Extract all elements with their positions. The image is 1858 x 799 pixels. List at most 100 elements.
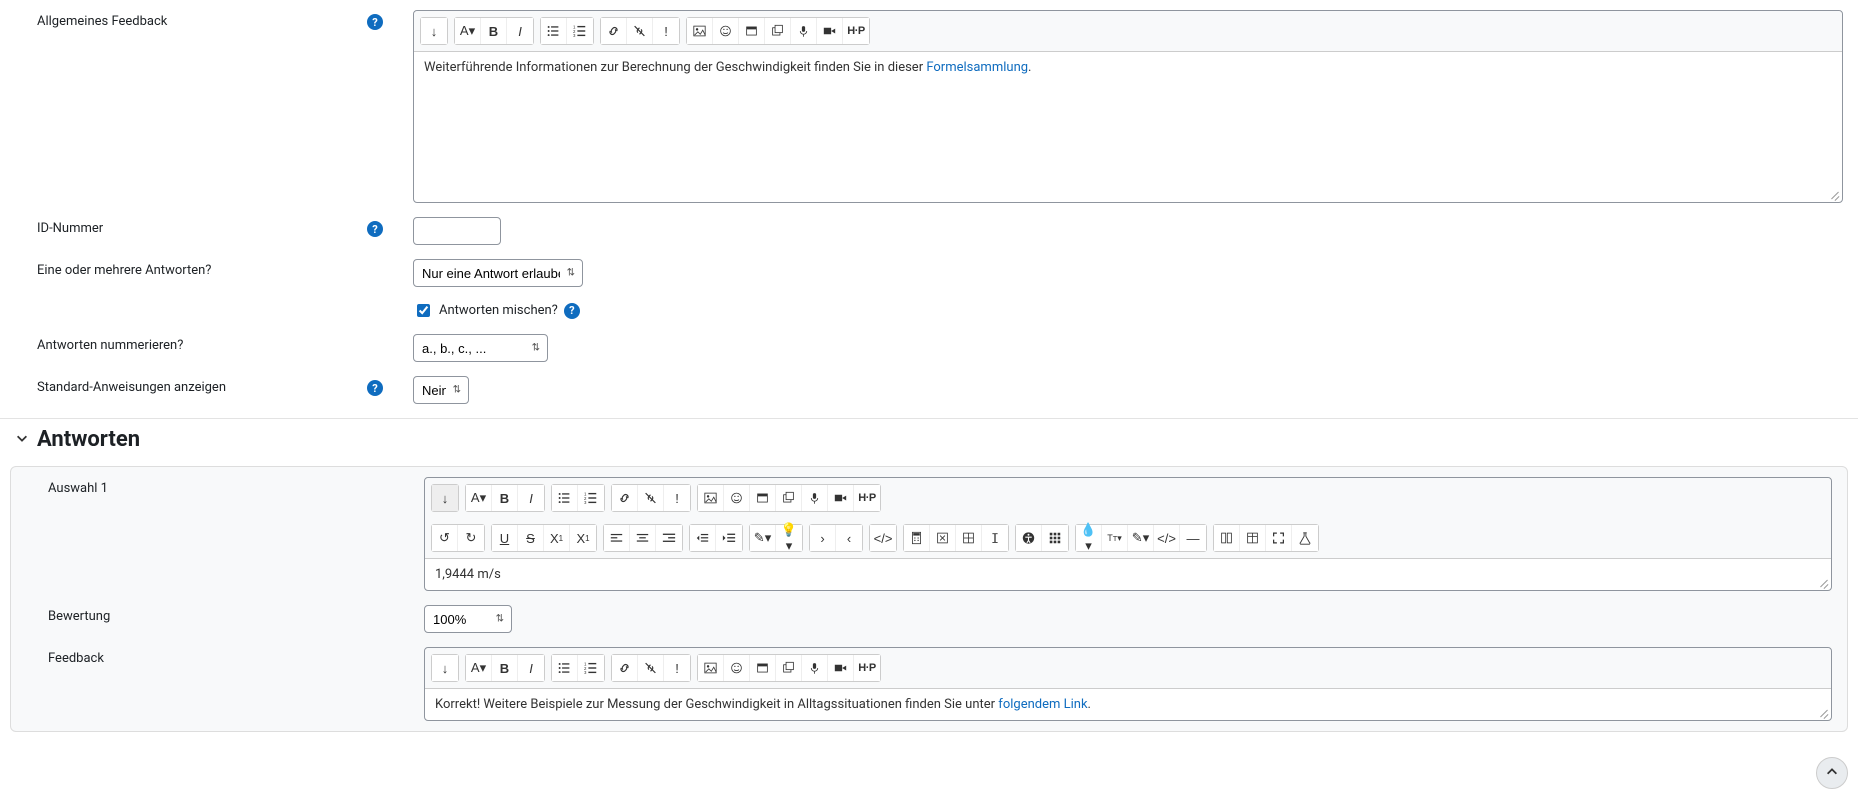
- fullscreen-button[interactable]: [1266, 525, 1292, 551]
- fontsize-button[interactable]: TT▾: [1102, 525, 1128, 551]
- equation-button[interactable]: [930, 525, 956, 551]
- manage-files-button[interactable]: [776, 485, 802, 511]
- table2-button[interactable]: [1240, 525, 1266, 551]
- indent-button[interactable]: [716, 525, 742, 551]
- record-video-button[interactable]: [817, 18, 843, 44]
- redo-button[interactable]: ↻: [458, 525, 484, 551]
- superscript-button[interactable]: X1: [570, 525, 596, 551]
- tint-button[interactable]: 💧▾: [1076, 525, 1102, 551]
- bold-button[interactable]: B: [492, 485, 518, 511]
- emoji-button[interactable]: [713, 18, 739, 44]
- resize-handle-icon[interactable]: [1817, 706, 1829, 718]
- warning-button[interactable]: !: [664, 655, 690, 681]
- answer-feedback-textarea[interactable]: Korrekt! Weitere Beispiele zur Messung d…: [425, 689, 1831, 720]
- collapse-toolbar-button[interactable]: ↓: [432, 485, 458, 511]
- shuffle-checkbox[interactable]: [417, 304, 430, 317]
- image-button[interactable]: [698, 485, 724, 511]
- warning-button[interactable]: !: [653, 18, 679, 44]
- outdent-button[interactable]: [690, 525, 716, 551]
- eraser-button[interactable]: ✎▾: [1128, 525, 1154, 551]
- strikethrough-button[interactable]: S: [518, 525, 544, 551]
- hr-button[interactable]: —: [1180, 525, 1206, 551]
- accessibility-button[interactable]: [1016, 525, 1042, 551]
- columns-button[interactable]: [1214, 525, 1240, 551]
- ltr-button[interactable]: ›: [810, 525, 836, 551]
- media-button[interactable]: [750, 655, 776, 681]
- record-video-button[interactable]: [828, 485, 854, 511]
- help-icon[interactable]: [367, 14, 383, 30]
- warning-button[interactable]: !: [664, 485, 690, 511]
- h5p-button[interactable]: H·P: [854, 485, 880, 511]
- h5p-button[interactable]: H·P: [843, 18, 869, 44]
- manage-files-button[interactable]: [765, 18, 791, 44]
- align-center-button[interactable]: [630, 525, 656, 551]
- bullet-list-button[interactable]: [541, 18, 567, 44]
- help-icon[interactable]: [367, 221, 383, 237]
- align-right-button[interactable]: [656, 525, 682, 551]
- numbering-select[interactable]: a., b., c., ...: [413, 334, 548, 362]
- idnumber-input[interactable]: [413, 217, 501, 245]
- unlink-button[interactable]: [627, 18, 653, 44]
- bullet-list-button[interactable]: [552, 655, 578, 681]
- record-audio-button[interactable]: [791, 18, 817, 44]
- choice1-textarea[interactable]: 1,9444 m/s: [425, 559, 1831, 590]
- expand-toolbar-button[interactable]: ↓: [421, 18, 447, 44]
- numbered-list-button[interactable]: 123: [567, 18, 593, 44]
- underline-button[interactable]: U: [492, 525, 518, 551]
- align-left-button[interactable]: [604, 525, 630, 551]
- feedback-link[interactable]: Formelsammlung: [926, 60, 1028, 75]
- media-button[interactable]: [739, 18, 765, 44]
- expand-toolbar-button[interactable]: ↓: [432, 655, 458, 681]
- answers-section-header[interactable]: Antworten: [0, 419, 1858, 466]
- unlink-button[interactable]: [638, 655, 664, 681]
- idea-button[interactable]: 💡▾: [776, 525, 802, 551]
- highlight-button[interactable]: ✎▾: [750, 525, 776, 551]
- emoji-button[interactable]: [724, 485, 750, 511]
- answer-feedback-link[interactable]: folgendem Link: [998, 697, 1087, 712]
- resize-handle-icon[interactable]: [1817, 576, 1829, 588]
- chemistry-button[interactable]: [1292, 525, 1318, 551]
- cursor-button[interactable]: [982, 525, 1008, 551]
- media-button[interactable]: [750, 485, 776, 511]
- resize-handle-icon[interactable]: [1828, 188, 1840, 200]
- help-icon[interactable]: [367, 380, 383, 396]
- answer-feedback-label: Feedback: [48, 651, 104, 666]
- link-button[interactable]: [612, 655, 638, 681]
- record-audio-button[interactable]: [802, 655, 828, 681]
- grid-button[interactable]: [1042, 525, 1068, 551]
- link-button[interactable]: [601, 18, 627, 44]
- subscript-button[interactable]: X1: [544, 525, 570, 551]
- italic-button[interactable]: I: [507, 18, 533, 44]
- record-video-button[interactable]: [828, 655, 854, 681]
- code-button[interactable]: </>: [1154, 525, 1180, 551]
- image-button[interactable]: [698, 655, 724, 681]
- image-button[interactable]: [687, 18, 713, 44]
- bullet-list-button[interactable]: [552, 485, 578, 511]
- grade-select[interactable]: 100%: [424, 605, 512, 633]
- italic-button[interactable]: I: [518, 485, 544, 511]
- numbered-list-button[interactable]: 123: [578, 485, 604, 511]
- answers-mode-select[interactable]: Nur eine Antwort erlauben: [413, 259, 583, 287]
- help-icon[interactable]: [564, 303, 580, 319]
- record-audio-button[interactable]: [802, 485, 828, 511]
- h5p-button[interactable]: H·P: [854, 655, 880, 681]
- table-button[interactable]: [956, 525, 982, 551]
- manage-files-button[interactable]: [776, 655, 802, 681]
- calculator-button[interactable]: [904, 525, 930, 551]
- emoji-button[interactable]: [724, 655, 750, 681]
- stdinstr-select[interactable]: Nein: [413, 376, 469, 404]
- italic-button[interactable]: I: [518, 655, 544, 681]
- bold-button[interactable]: B: [481, 18, 507, 44]
- general-feedback-textarea[interactable]: Weiterführende Informationen zur Berechn…: [414, 52, 1842, 202]
- bold-button[interactable]: B: [492, 655, 518, 681]
- html-button[interactable]: </>: [870, 525, 896, 551]
- undo-button[interactable]: ↺: [432, 525, 458, 551]
- numbered-list-button[interactable]: 123: [578, 655, 604, 681]
- paragraph-style-button[interactable]: A▾: [455, 18, 481, 44]
- scroll-to-top-button[interactable]: [1816, 757, 1848, 789]
- link-button[interactable]: [612, 485, 638, 511]
- unlink-button[interactable]: [638, 485, 664, 511]
- paragraph-style-button[interactable]: A▾: [466, 655, 492, 681]
- paragraph-style-button[interactable]: A▾: [466, 485, 492, 511]
- rtl-button[interactable]: ‹: [836, 525, 862, 551]
